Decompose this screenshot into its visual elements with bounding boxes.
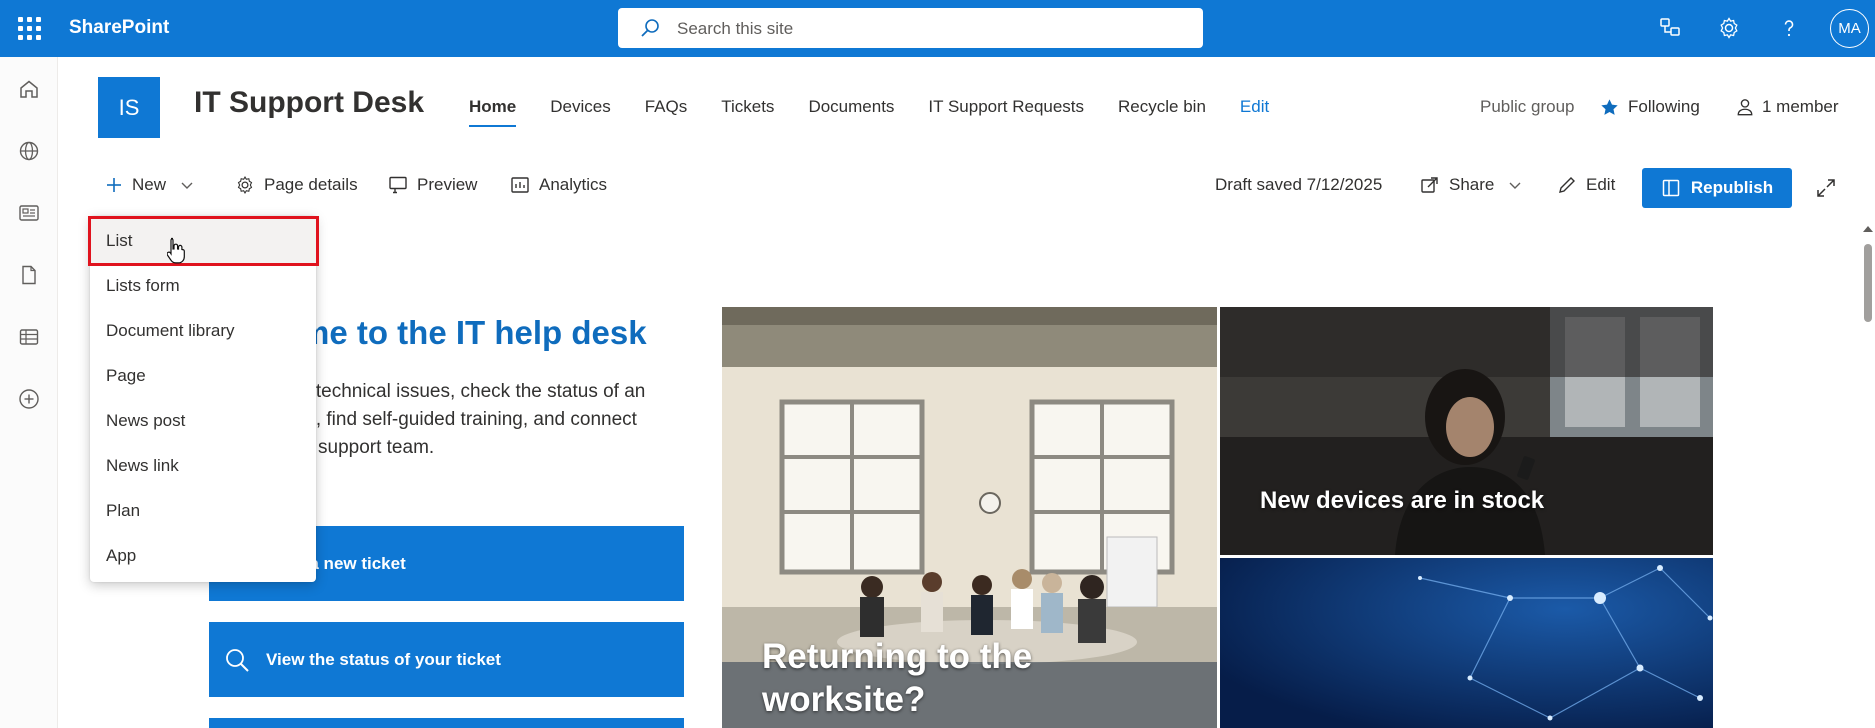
search-icon xyxy=(226,648,249,672)
preview-label: Preview xyxy=(417,175,478,194)
nav-item-documents[interactable]: Documents xyxy=(808,97,894,117)
star-filled-icon xyxy=(1601,98,1618,115)
suite-bar: SharePoint Search this site MA xyxy=(0,0,1875,57)
scroll-up-arrow-icon[interactable] xyxy=(1863,226,1873,232)
description-line: support team. xyxy=(318,437,435,458)
hero-tile-new-devices[interactable]: New devices are in stock xyxy=(1220,307,1713,555)
menu-item-document-library[interactable]: Document library xyxy=(90,308,316,353)
app-launcher-icon[interactable] xyxy=(16,15,42,41)
selection-highlight-box xyxy=(88,216,319,266)
home-icon[interactable] xyxy=(17,77,41,101)
gear-icon xyxy=(237,176,253,194)
preview-button[interactable]: Preview xyxy=(388,175,477,195)
welcome-heading: me to the IT help desk xyxy=(300,314,647,351)
view-ticket-status-button[interactable]: View the status of your ticket xyxy=(209,622,684,697)
hero-tile-network[interactable] xyxy=(1220,558,1713,728)
chevron-down-icon xyxy=(1509,182,1521,189)
page-icon xyxy=(1662,179,1680,197)
hand-pointer-cursor-icon xyxy=(167,237,185,264)
following-label: Following xyxy=(1628,97,1700,116)
files-icon[interactable] xyxy=(17,263,41,287)
feedback-icon[interactable] xyxy=(1655,13,1685,43)
person-icon xyxy=(1737,99,1753,116)
cta-button[interactable] xyxy=(209,718,684,728)
pencil-icon xyxy=(1559,177,1575,193)
menu-item-plan[interactable]: Plan xyxy=(90,488,316,533)
menu-item-lists-form[interactable]: Lists form xyxy=(90,263,316,308)
hero-tile-returning[interactable]: Returning to the worksite? xyxy=(722,307,1217,728)
republish-button[interactable]: Republish xyxy=(1642,168,1792,208)
menu-item-page[interactable]: Page xyxy=(90,353,316,398)
search-placeholder: Search this site xyxy=(677,19,794,38)
analytics-chart-icon xyxy=(511,177,529,193)
preview-icon xyxy=(389,176,407,194)
app-name[interactable]: SharePoint xyxy=(69,17,169,39)
globe-icon[interactable] xyxy=(17,139,41,163)
network-nodes-image xyxy=(1220,558,1713,728)
new-button[interactable]: New xyxy=(105,175,194,195)
expand-fullscreen-icon[interactable] xyxy=(1815,177,1837,199)
hero-big-caption-line: worksite? xyxy=(762,680,926,719)
chevron-down-icon xyxy=(181,182,193,189)
scrollbar-thumb[interactable] xyxy=(1864,244,1872,322)
menu-item-news-post[interactable]: News post xyxy=(90,398,316,443)
welcome-description: n technical issues, check the status of … xyxy=(300,378,680,462)
nav-item-tickets[interactable]: Tickets xyxy=(721,97,774,117)
analytics-button[interactable]: Analytics xyxy=(510,175,607,195)
hero-big-caption-line: Returning to the xyxy=(762,637,1033,676)
share-label: Share xyxy=(1449,175,1495,194)
lists-icon[interactable] xyxy=(17,325,41,349)
settings-gear-icon[interactable] xyxy=(1714,13,1744,43)
menu-item-label: Lists form xyxy=(106,276,180,295)
menu-item-app[interactable]: App xyxy=(90,533,316,578)
user-avatar[interactable]: MA xyxy=(1830,9,1869,48)
nav-item-faqs[interactable]: FAQs xyxy=(645,97,688,117)
new-label: New xyxy=(132,175,167,194)
edit-button[interactable]: Edit xyxy=(1557,175,1615,195)
menu-item-label: Page xyxy=(106,366,146,385)
menu-item-label: News post xyxy=(106,411,186,430)
menu-item-label: App xyxy=(106,546,137,565)
members-label: 1 member xyxy=(1762,97,1839,116)
page-details-button[interactable]: Page details xyxy=(235,175,358,195)
view-ticket-status-label: View the status of your ticket xyxy=(266,649,501,669)
nav-item-devices[interactable]: Devices xyxy=(550,97,610,117)
description-line: et, find self-guided training, and conne… xyxy=(300,409,637,430)
nav-item-it-support-requests[interactable]: IT Support Requests xyxy=(928,97,1084,117)
analytics-label: Analytics xyxy=(539,175,608,194)
nav-edit-link[interactable]: Edit xyxy=(1240,97,1269,117)
site-navigation: Home Devices FAQs Tickets Documents IT S… xyxy=(469,97,1303,127)
menu-item-label: Document library xyxy=(106,321,235,340)
new-dropdown-menu: List Lists form Document library Page Ne… xyxy=(90,216,316,582)
help-icon[interactable] xyxy=(1774,13,1804,43)
nav-item-recycle-bin[interactable]: Recycle bin xyxy=(1118,97,1206,117)
create-plus-icon[interactable] xyxy=(17,387,41,411)
plus-icon xyxy=(107,178,121,192)
hero-big-caption: Returning to the worksite? xyxy=(762,635,1032,721)
republish-label: Republish xyxy=(1690,178,1774,197)
menu-item-news-link[interactable]: News link xyxy=(90,443,316,488)
hero-r1-caption: New devices are in stock xyxy=(1260,487,1545,514)
share-icon xyxy=(1421,177,1438,193)
site-title[interactable]: IT Support Desk xyxy=(194,86,424,120)
draft-status: Draft saved 7/12/2025 xyxy=(1215,175,1383,194)
search-box[interactable]: Search this site xyxy=(618,8,1203,48)
following-button[interactable]: Following xyxy=(1600,97,1700,117)
person-with-phone-image xyxy=(1220,307,1713,555)
search-icon xyxy=(641,19,659,37)
share-button[interactable]: Share xyxy=(1420,175,1522,195)
description-line: n technical issues, check the status of … xyxy=(300,381,646,402)
members-button[interactable]: 1 member xyxy=(1736,97,1839,117)
nav-item-home[interactable]: Home xyxy=(469,97,517,127)
edit-label: Edit xyxy=(1586,175,1616,194)
app-bar xyxy=(0,57,58,728)
group-type-label: Public group xyxy=(1480,97,1575,116)
command-bar: New Page details Preview Analytics Draft… xyxy=(0,170,1875,206)
site-logo[interactable]: IS xyxy=(98,77,160,138)
menu-item-label: Plan xyxy=(106,501,141,520)
menu-item-label: News link xyxy=(106,456,179,475)
page-details-label: Page details xyxy=(264,175,358,194)
